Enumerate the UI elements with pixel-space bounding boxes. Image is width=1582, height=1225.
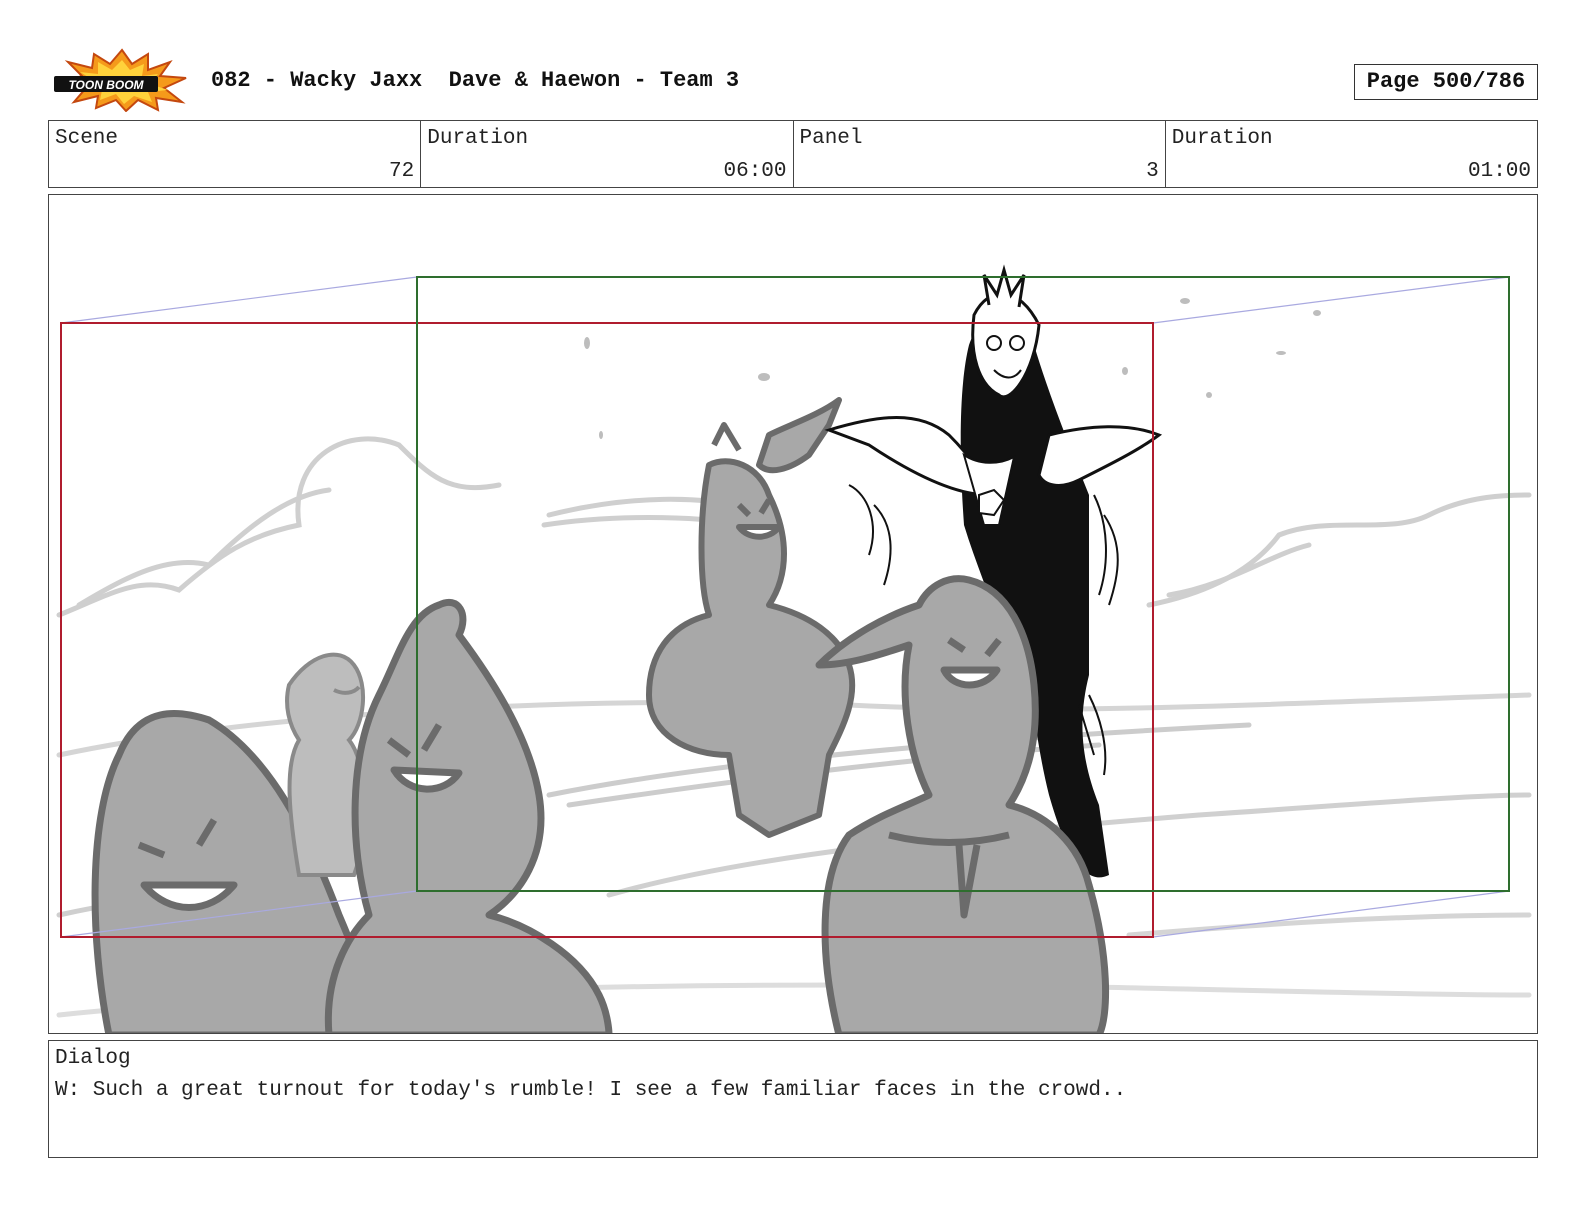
dialog-label: Dialog (55, 1047, 131, 1070)
storyboard-panel (48, 194, 1538, 1034)
scene-duration-cell: Duration 06:00 (421, 121, 794, 187)
logo-text: TOON BOOM (68, 78, 144, 92)
scene-info-row: Scene 72 Duration 06:00 Panel 3 Duration… (48, 120, 1538, 188)
scene-value: 72 (389, 160, 415, 183)
scene-duration-value: 06:00 (723, 160, 787, 183)
scene-label: Scene (55, 127, 119, 150)
panel-duration-label: Duration (1171, 127, 1273, 150)
panel-cell: Panel 3 (794, 121, 1166, 187)
dialog-box: Dialog W: Such a great turnout for today… (48, 1040, 1538, 1158)
panel-duration-value: 01:00 (1467, 160, 1531, 183)
motion-line-top-right (1152, 276, 1510, 324)
panel-duration-cell: Duration 01:00 (1166, 121, 1537, 187)
scene-duration-label: Duration (427, 127, 529, 150)
panel-value: 3 (1146, 160, 1159, 183)
motion-line-top-left (60, 276, 418, 324)
panel-label: Panel (799, 127, 863, 150)
page-indicator: Page 500/786 (1354, 64, 1538, 100)
panel-sketch (56, 264, 1532, 1033)
crowd-member-center (646, 397, 856, 838)
toon-boom-logo: TOON BOOM (54, 48, 187, 112)
dialog-text: W: Such a great turnout for today's rumb… (55, 1079, 1127, 1102)
storyboard-title: 082 - Wacky Jaxx Dave & Haewon - Team 3 (211, 68, 740, 93)
crowd-member-middle-left (324, 598, 613, 1033)
scene-cell: Scene 72 (49, 121, 422, 187)
sky-specks (584, 298, 1321, 439)
